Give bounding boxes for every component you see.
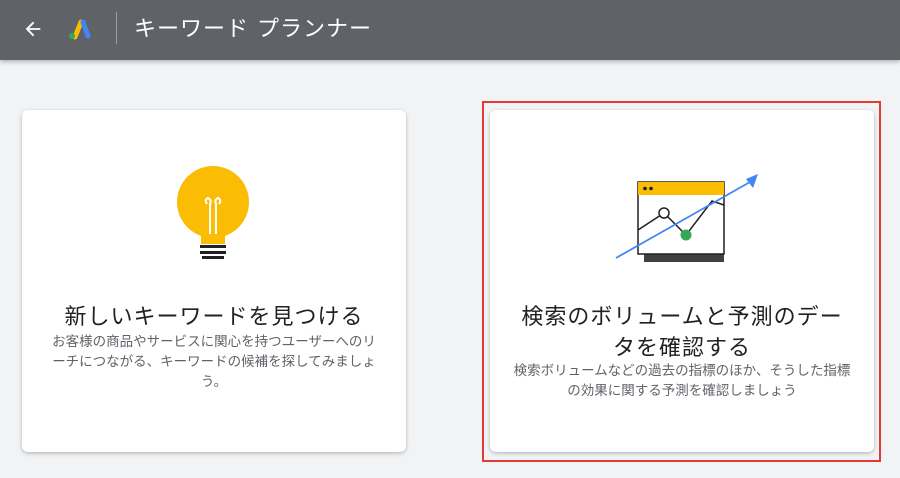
lightbulb-icon — [177, 166, 249, 259]
card-description: 検索ボリュームなどの過去の指標のほか、そうした指標の効果に関する予測を確認しまし… — [513, 363, 851, 399]
card-description: お客様の商品やサービスに関心を持つユーザーへのリーチにつながる、キーワードの候補… — [52, 334, 376, 390]
discover-keywords-card[interactable]: 新しいキーワードを見つける お客様の商品やサービスに関心を持つユーザーへのリーチ… — [22, 110, 406, 452]
page-title: キーワード プランナー — [134, 17, 372, 42]
card-title: 検索のボリュームと予測のデータを確認する — [521, 305, 843, 361]
back-button[interactable] — [18, 14, 48, 44]
arrow-back-icon — [25, 21, 41, 37]
top-app-bar: キーワード プランナー — [0, 0, 900, 60]
header-divider — [116, 12, 117, 44]
forecast-chart-icon — [615, 174, 758, 262]
card-title: 新しいキーワードを見つける — [64, 305, 364, 330]
google-ads-logo-icon — [69, 19, 91, 40]
forecast-metrics-card[interactable]: 検索のボリュームと予測のデータを確認する 検索ボリュームなどの過去の指標のほか、… — [490, 110, 874, 452]
